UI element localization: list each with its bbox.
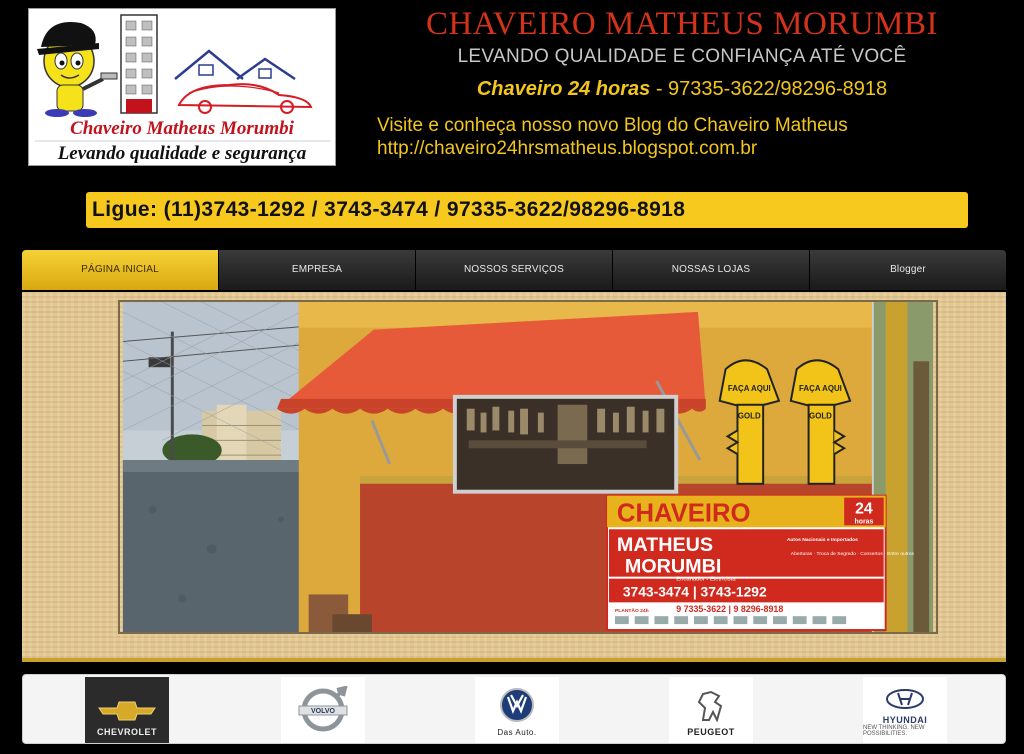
key-sign-sub-right: GOLD <box>809 412 832 421</box>
page-subtitle: LEVANDO QUALIDADE E CONFIANÇA ATÉ VOCÊ <box>457 46 907 67</box>
brands-bar: CHEVROLET VOLVO Das Auto. PEUGEOT HYUNDA… <box>22 674 1006 744</box>
call-bar: Ligue: (11)3743-1292 / 3743-3474 / 97335… <box>86 192 968 228</box>
brand-name-vw: Das Auto. <box>497 728 537 737</box>
hyundai-logo-icon <box>886 689 924 709</box>
tab-empresa[interactable]: EMPRESA <box>219 250 416 290</box>
blog-link[interactable]: http://chaveiro24hrsmatheus.blogspot.com… <box>377 138 757 160</box>
volvo-wordmark: VOLVO <box>311 708 336 715</box>
brand-peugeot[interactable]: PEUGEOT <box>669 677 753 743</box>
storefront-photo: FAÇA AQUI GOLD FAÇA AQUI GOLD CHAVEIRO 2… <box>118 300 938 634</box>
page-title: CHAVEIRO MATHEUS MORUMBI <box>426 6 938 42</box>
hours-line: Chaveiro 24 horas - 97335-3622/98296-891… <box>340 78 1024 101</box>
logo-tagline: Levando qualidade e segurança <box>57 143 307 164</box>
brand-hyundai[interactable]: HYUNDAI NEW THINKING. NEW POSSIBILITIES. <box>863 677 947 743</box>
key-sign-text-left: FAÇA AQUI <box>728 384 771 393</box>
brand-name-peugeot: PEUGEOT <box>687 727 735 737</box>
sign-title: CHAVEIRO <box>617 499 751 527</box>
blog-invite: Visite e conheça nosso novo Blog do Chav… <box>377 115 848 136</box>
building-icon <box>120 14 158 114</box>
brand-chevrolet[interactable]: CHEVROLET <box>85 677 169 743</box>
sign-list: Aberturas · Troca de Segredo · Consertos… <box>791 551 915 557</box>
sign-name-2: MORUMBI <box>625 556 722 578</box>
site-logo[interactable]: Chaveiro Matheus Morumbi Levando qualida… <box>28 8 336 166</box>
tab-pagina-inicial[interactable]: PÁGINA INICIAL <box>22 250 219 290</box>
sign-plantao: PLANTÃO 24h <box>615 607 649 614</box>
sign-24: 24 <box>855 500 873 517</box>
vw-logo-icon <box>500 688 534 722</box>
sign-mobiles: 9 7335-3622 | 9 8296-8918 <box>676 604 783 614</box>
key-sign-text-right: FAÇA AQUI <box>799 384 842 393</box>
brand-hyundai-slogan: NEW THINKING. NEW POSSIBILITIES. <box>863 725 925 737</box>
logo-name: Chaveiro Matheus Morumbi <box>70 118 294 139</box>
main-nav: PÁGINA INICIAL EMPRESA NOSSOS SERVIÇOS N… <box>22 250 1006 290</box>
volvo-logo-icon: VOLVO <box>298 686 348 732</box>
brand-name-hyundai: HYUNDAI <box>882 715 928 725</box>
car-icon <box>177 83 313 114</box>
hours-phones: - 97335-3622/98296-8918 <box>650 78 888 100</box>
tab-nossos-servicos[interactable]: NOSSOS SERVIÇOS <box>416 250 613 290</box>
hours-label: Chaveiro 24 horas <box>476 78 651 100</box>
key-sign-sub-left: GOLD <box>738 412 761 421</box>
sign-phones: 3743-3474 | 3743-1292 <box>623 583 767 599</box>
sign-name-1: MATHEUS <box>617 534 713 556</box>
chevrolet-logo-icon <box>98 701 156 721</box>
tab-nossas-lojas[interactable]: NOSSAS LOJAS <box>613 250 810 290</box>
logo-mascot-icon <box>37 22 118 117</box>
sign-services: Encanador - Eletricista <box>676 577 736 583</box>
tab-blogger[interactable]: Blogger <box>810 250 1006 290</box>
brand-name-chevrolet: CHEVROLET <box>96 727 157 737</box>
hero-panel: FAÇA AQUI GOLD FAÇA AQUI GOLD CHAVEIRO 2… <box>22 292 1006 662</box>
sign-autos: Autos Nacionais e Importados <box>787 537 858 543</box>
brand-volvo[interactable]: VOLVO <box>281 677 365 743</box>
brand-vw[interactable]: Das Auto. <box>475 677 559 743</box>
sign-horas: horas <box>855 518 874 525</box>
house-icon <box>174 49 296 81</box>
peugeot-logo-icon <box>697 690 723 722</box>
